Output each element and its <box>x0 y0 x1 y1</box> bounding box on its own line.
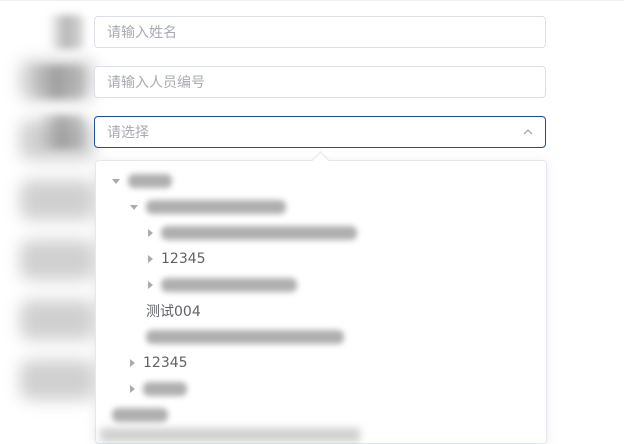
field-label-name <box>48 15 84 49</box>
form-row-number: 请输入人员编号 <box>0 65 624 99</box>
tree-node[interactable] <box>96 402 546 428</box>
tree-node-label: 测试004 <box>146 304 201 320</box>
triangle-icon[interactable] <box>148 281 153 289</box>
form-row-name: 请输入姓名 <box>0 15 624 49</box>
triangle-icon[interactable] <box>130 204 138 210</box>
tree-node[interactable] <box>96 168 546 194</box>
blurred-label-area <box>20 360 95 400</box>
triangle-icon[interactable] <box>112 178 120 184</box>
name-placeholder: 请输入姓名 <box>107 25 177 41</box>
triangle-icon[interactable] <box>130 359 135 367</box>
blurred-label-area <box>20 240 95 280</box>
tree-dropdown: 12345 测试004 12345 <box>95 160 547 444</box>
name-input[interactable]: 请输入姓名 <box>94 16 546 48</box>
chevron-up-icon[interactable] <box>523 127 533 137</box>
top-divider <box>0 0 624 1</box>
tree-node-label: 12345 <box>161 251 206 267</box>
blurred-bottom-text <box>100 428 360 442</box>
person-number-input[interactable]: 请输入人员编号 <box>94 66 546 98</box>
blurred-label-area <box>20 300 95 340</box>
tree-node-label <box>161 226 357 240</box>
tree-node[interactable] <box>96 376 546 402</box>
tree-node[interactable]: 测试004 <box>96 298 546 324</box>
tree-node[interactable] <box>96 272 546 298</box>
tree-node-label <box>128 174 172 188</box>
tree-node-label <box>143 382 187 396</box>
triangle-icon[interactable] <box>130 385 135 393</box>
tree-node[interactable] <box>96 324 546 350</box>
tree-node[interactable] <box>96 194 546 220</box>
form-row-select: 请选择 <box>0 115 624 149</box>
tree-node[interactable]: 12345 <box>96 246 546 272</box>
field-label-number <box>28 65 84 99</box>
triangle-icon[interactable] <box>148 229 153 237</box>
triangle-icon[interactable] <box>148 255 153 263</box>
tree-node[interactable]: 12345 <box>96 350 546 376</box>
tree-node-label <box>161 278 297 292</box>
select-placeholder: 请选择 <box>107 125 149 141</box>
tree-node[interactable] <box>96 220 546 246</box>
field-label-select <box>38 115 84 149</box>
tree-node-label <box>146 330 344 344</box>
tree-node-label: 12345 <box>143 355 188 371</box>
tree-node-label <box>146 200 286 214</box>
tree-node-label <box>112 408 168 422</box>
blurred-label-area <box>20 180 95 220</box>
number-placeholder: 请输入人员编号 <box>107 75 205 91</box>
tree-select-input[interactable]: 请选择 <box>94 116 546 148</box>
